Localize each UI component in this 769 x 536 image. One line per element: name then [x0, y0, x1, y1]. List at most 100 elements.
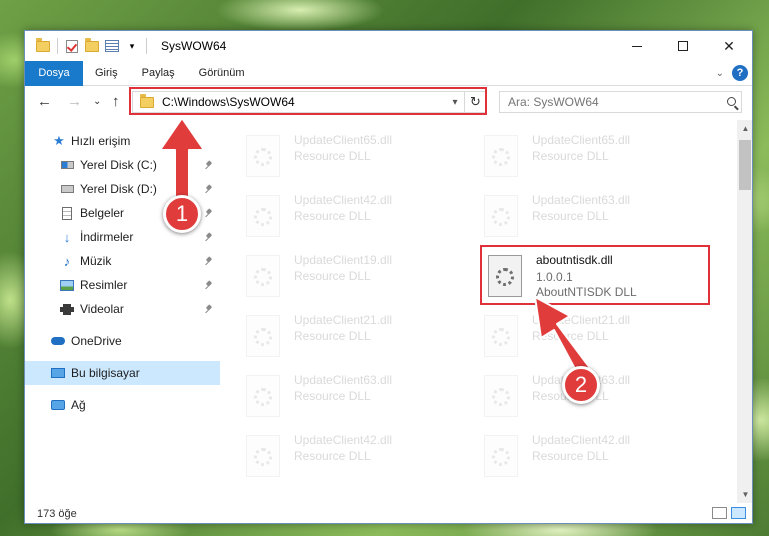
folder-icon[interactable]: [35, 37, 51, 54]
tab-share[interactable]: Paylaş: [130, 61, 187, 86]
sidebar-item-network[interactable]: Ağ: [25, 393, 220, 417]
file-item[interactable]: UpdateClient21.dll Resource DLL: [246, 311, 476, 361]
vertical-scrollbar[interactable]: ▲ ▼: [737, 120, 752, 503]
file-type: Resource DLL: [294, 209, 371, 223]
step-2-badge: 2: [562, 366, 600, 404]
maximize-icon: [678, 41, 688, 51]
file-item[interactable]: UpdateClient21.dll Resource DLL: [484, 311, 714, 361]
navigation-pane: ★ Hızlı erişim Yerel Disk (C:) Yerel Dis…: [25, 127, 221, 501]
music-icon: ♪: [63, 253, 71, 269]
status-bar: 173 öğe: [25, 503, 752, 523]
pin-icon[interactable]: [205, 305, 213, 314]
file-type: Resource DLL: [294, 389, 371, 403]
file-type: Resource DLL: [532, 209, 609, 223]
sidebar-item-label: Belgeler: [80, 206, 125, 220]
file-type: Resource DLL: [532, 329, 609, 343]
title-bar: ▾ SysWOW64 ✕: [25, 31, 752, 61]
sidebar-item-label: Videolar: [80, 302, 124, 316]
tiles-view-icon[interactable]: [731, 507, 746, 519]
search-icon[interactable]: [721, 95, 741, 109]
dll-file-icon: [246, 135, 280, 177]
scrollbar-thumb[interactable]: [739, 140, 751, 190]
close-button[interactable]: ✕: [706, 31, 752, 61]
customize-toolbar-icon[interactable]: ▾: [124, 38, 140, 54]
file-item[interactable]: UpdateClient19.dll Resource DLL: [246, 251, 476, 301]
windows-disk-icon: [60, 158, 74, 172]
videos-icon: [60, 302, 74, 316]
sidebar-item-onedrive[interactable]: OneDrive: [25, 329, 220, 353]
back-button[interactable]: ←: [37, 93, 52, 110]
file-type: Resource DLL: [532, 449, 609, 463]
sidebar-item-label: Bu bilgisayar: [71, 366, 140, 380]
window-controls: ✕: [614, 31, 752, 61]
file-name: UpdateClient42.dll: [294, 433, 393, 447]
quick-access-toolbar: ▾: [35, 37, 149, 54]
file-name: UpdateClient42.dll: [294, 193, 393, 207]
file-name: UpdateClient19.dll: [294, 253, 393, 267]
new-folder-icon[interactable]: [84, 37, 100, 54]
file-item[interactable]: UpdateClient63.dll Resource DLL: [484, 191, 714, 241]
file-item[interactable]: UpdateClient65.dll Resource DLL: [484, 131, 714, 181]
pin-icon[interactable]: [205, 161, 213, 170]
file-type: Resource DLL: [294, 449, 371, 463]
file-type: Resource DLL: [532, 149, 609, 163]
forward-button[interactable]: →: [67, 93, 82, 110]
scroll-up-icon[interactable]: ▲: [737, 124, 752, 133]
dll-file-icon: [246, 315, 280, 357]
dll-file-icon: [484, 375, 518, 417]
item-count: 173 öğe: [37, 508, 77, 520]
network-icon: [51, 398, 65, 412]
close-icon: ✕: [723, 37, 735, 54]
recent-locations-button[interactable]: ⌄: [93, 96, 101, 107]
expand-ribbon-chevron-icon[interactable]: ⌄: [716, 68, 724, 79]
properties-check-icon[interactable]: [64, 38, 80, 54]
pin-icon[interactable]: [205, 209, 213, 218]
sidebar-item-pictures[interactable]: Resimler: [25, 273, 220, 297]
tab-file[interactable]: Dosya: [25, 60, 83, 86]
sidebar-item-videos[interactable]: Videolar: [25, 297, 220, 321]
up-button[interactable]: ↑: [112, 93, 120, 110]
search-box[interactable]: [499, 91, 742, 113]
maximize-button[interactable]: [660, 31, 706, 61]
file-highlight-box: [480, 245, 710, 305]
file-item[interactable]: UpdateClient65.dll Resource DLL: [246, 131, 476, 181]
pin-icon[interactable]: [205, 257, 213, 266]
pin-icon[interactable]: [205, 281, 213, 290]
file-type: Resource DLL: [294, 269, 371, 283]
pin-icon[interactable]: [205, 233, 213, 242]
minimize-button[interactable]: [614, 31, 660, 61]
dll-file-icon: [246, 195, 280, 237]
star-icon: ★: [53, 133, 65, 148]
sidebar-item-label: Müzik: [80, 254, 112, 268]
scroll-down-icon[interactable]: ▼: [737, 490, 752, 499]
file-item[interactable]: UpdateClient63.dll Resource DLL: [246, 371, 476, 421]
sidebar-item-label: İndirmeler: [80, 230, 134, 244]
sidebar-item-label: Yerel Disk (C:): [80, 158, 157, 172]
help-icon[interactable]: ?: [732, 65, 748, 81]
tab-view[interactable]: Görünüm: [187, 61, 257, 86]
sidebar-item-local-disk-c[interactable]: Yerel Disk (C:): [25, 153, 220, 177]
onedrive-icon: [51, 334, 65, 348]
sidebar-item-label: Ağ: [71, 398, 86, 412]
ribbon-tabs: Dosya Giriş Paylaş Görünüm ⌄ ?: [25, 60, 752, 86]
file-type: Resource DLL: [294, 149, 371, 163]
file-list: UpdateClient65.dll Resource DLL UpdateCl…: [222, 127, 738, 501]
address-highlight-box: [129, 87, 487, 115]
search-input[interactable]: [508, 95, 721, 109]
sidebar-item-music[interactable]: ♪ Müzik: [25, 249, 220, 273]
pin-icon[interactable]: [205, 185, 213, 194]
file-name: UpdateClient65.dll: [294, 133, 393, 147]
file-item[interactable]: UpdateClient42.dll Resource DLL: [246, 191, 476, 241]
file-item[interactable]: UpdateClient42.dll Resource DLL: [246, 431, 476, 481]
details-view-icon[interactable]: [712, 507, 727, 519]
dll-file-icon: [246, 255, 280, 297]
documents-icon: [60, 206, 74, 220]
window-title: SysWOW64: [161, 39, 227, 53]
tab-home[interactable]: Giriş: [83, 61, 130, 86]
sidebar-item-this-pc[interactable]: Bu bilgisayar: [25, 361, 220, 385]
sidebar-item-quick-access[interactable]: ★ Hızlı erişim: [25, 129, 220, 153]
properties-icon[interactable]: [104, 38, 120, 54]
file-name: UpdateClient65.dll: [532, 133, 631, 147]
dll-file-icon: [484, 435, 518, 477]
file-item[interactable]: UpdateClient42.dll Resource DLL: [484, 431, 714, 481]
